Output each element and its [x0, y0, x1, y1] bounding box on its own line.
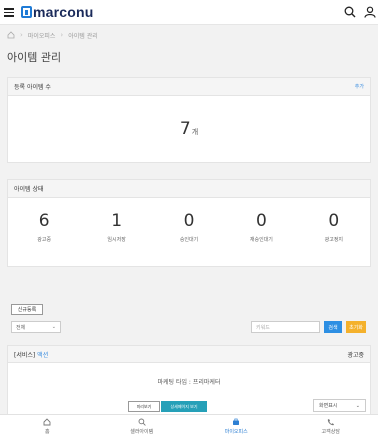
display-select-value: 화면표시 [319, 403, 338, 409]
item-title[interactable]: [서비스] 액션 [14, 350, 48, 359]
new-item-button[interactable]: 신규등록 [11, 304, 43, 315]
count-unit: 개 [191, 127, 199, 136]
bottom-nav: 홈 셀러아이템 마이오피스 고객상담 [0, 414, 378, 437]
breadcrumb-item[interactable]: 아이템 관리 [68, 31, 98, 40]
breadcrumb-item[interactable]: 마이오피스 [28, 31, 56, 40]
logo-icon [21, 6, 32, 18]
page-title: 아이템 관리 [7, 51, 62, 64]
search-icon [138, 418, 146, 426]
status-value: 0 [183, 211, 195, 231]
logo-text: marconu [33, 4, 94, 20]
status-pending-reapproval[interactable]: 0 재승인대기 [225, 211, 297, 243]
breadcrumb-separator: › [60, 31, 64, 39]
status-value: 6 [38, 211, 50, 231]
reset-button[interactable]: 초기화 [346, 321, 366, 333]
chevron-down-icon: ⌄ [355, 402, 360, 409]
status-label: 재승인대기 [249, 237, 273, 243]
panel-title: 등록 아이템 수 [14, 84, 51, 91]
user-icon[interactable] [364, 6, 376, 18]
item-actions: 미리보기 상세페이지 보기 화면표시 ⌄ [8, 399, 370, 415]
breadcrumb: › 마이오피스 › 아이템 관리 [7, 30, 98, 40]
status-label: 광고중 [37, 237, 52, 243]
status-label: 광고정지 [324, 237, 344, 243]
briefcase-icon [233, 418, 240, 425]
marketing-type: 마케팅 타입 : 프리마케터 [157, 379, 221, 386]
nav-label: 셀러아이템 [130, 428, 154, 435]
item-count: 7 [179, 119, 191, 139]
filter-select[interactable]: 전체 ⌄ [11, 321, 61, 333]
logo[interactable]: marconu [21, 4, 94, 20]
filter-selected-value: 전체 [16, 324, 26, 331]
top-header: marconu [0, 0, 378, 25]
menu-icon[interactable] [4, 8, 14, 17]
nav-label: 마이오피스 [224, 428, 248, 435]
status-value: 1 [111, 211, 123, 231]
preview-button[interactable]: 미리보기 [128, 401, 160, 412]
phone-icon [327, 418, 334, 425]
keyword-input[interactable]: 키워드 [251, 321, 320, 333]
registered-count-panel: 등록 아이템 수 추가 7 개 [7, 77, 371, 163]
status-label: 임시저장 [107, 237, 126, 243]
status-suspended[interactable]: 0 광고정지 [298, 211, 370, 243]
status-value: 0 [256, 211, 267, 231]
status-row: 6 광고중 1 임시저장 0 승인대기 0 재승인대기 0 광고정지 [8, 198, 370, 256]
status-value: 0 [328, 211, 340, 231]
status-draft[interactable]: 1 임시저장 [80, 211, 152, 243]
home-icon [43, 417, 51, 425]
item-status: 광고중 [347, 351, 364, 359]
status-label: 승인대기 [179, 237, 199, 243]
search-icon[interactable] [344, 6, 356, 18]
panel-header: 등록 아이템 수 추가 [8, 78, 370, 96]
detail-page-button[interactable]: 상세페이지 보기 [161, 401, 207, 412]
item-name: 액션 [37, 351, 49, 359]
item-status-panel: 아이템 상태 6 광고중 1 임시저장 0 승인대기 0 재승인대기 0 광고정… [7, 179, 371, 267]
item-card: [서비스] 액션 광고중 마케팅 타입 : 프리마케터 미리보기 상세페이지 보… [7, 345, 371, 417]
nav-seller-items[interactable]: 셀러아이템 [95, 415, 190, 437]
nav-my-office[interactable]: 마이오피스 [189, 415, 284, 437]
nav-label: 고객상담 [321, 428, 340, 435]
home-icon[interactable] [7, 31, 15, 39]
nav-home[interactable]: 홈 [0, 415, 95, 437]
search-button[interactable]: 검색 [324, 321, 342, 333]
add-link[interactable]: 추가 [355, 83, 364, 90]
breadcrumb-separator: › [20, 31, 23, 39]
status-pending-approval[interactable]: 0 승인대기 [153, 211, 225, 243]
count-display: 7 개 [8, 96, 370, 162]
status-advertising[interactable]: 6 광고중 [8, 211, 80, 243]
item-header: [서비스] 액션 광고중 [8, 346, 370, 363]
nav-customer-service[interactable]: 고객상담 [284, 415, 378, 437]
panel-header: 아이템 상태 [8, 180, 370, 198]
chevron-down-icon: ⌄ [51, 324, 56, 330]
nav-label: 홈 [44, 428, 50, 435]
display-select[interactable]: 화면표시 ⌄ [313, 399, 366, 412]
panel-title: 아이템 상태 [14, 186, 44, 193]
item-category: [서비스] [14, 351, 36, 359]
